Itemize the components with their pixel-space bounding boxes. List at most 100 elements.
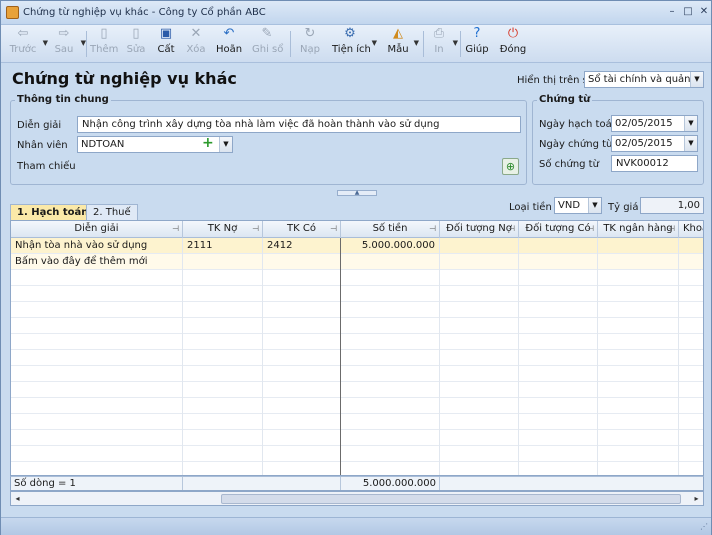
table-row[interactable] <box>11 302 703 318</box>
scroll-right-icon[interactable]: ▸ <box>690 492 703 505</box>
table-row[interactable]: Nhận tòa nhà vào sử dụng 2111 2412 5.000… <box>11 238 703 254</box>
column-header[interactable]: TK ngân hàng ⊣ <box>598 221 679 238</box>
pin-icon[interactable]: ⊣ <box>172 221 179 237</box>
help-button[interactable]: ? Giúp <box>465 27 489 61</box>
total-amount: 5.000.000.000 <box>341 477 440 490</box>
voucher-no-label: Số chứng từ <box>539 159 599 170</box>
pin-icon[interactable]: ⊣ <box>429 221 436 237</box>
chevron-down-icon[interactable]: ▼ <box>588 198 601 213</box>
close-button[interactable]: ⏻ Đóng <box>499 27 527 61</box>
previous-button[interactable]: ⇦ Trước ▼ <box>7 26 48 61</box>
tab-tax[interactable]: 2. Thuế <box>86 204 138 221</box>
table-row[interactable] <box>11 318 703 334</box>
print-icon: ⎙ <box>433 26 445 41</box>
grid-footer: Số dòng = 1 5.000.000.000 <box>10 476 704 491</box>
save-button[interactable]: ▣ Cất <box>155 27 177 61</box>
table-row[interactable] <box>11 398 703 414</box>
page-title: Chứng từ nghiệp vụ khác <box>12 69 237 88</box>
column-header[interactable]: Khoả <box>679 221 703 238</box>
post-ledger-icon: ✎ <box>261 26 273 41</box>
delete-button[interactable]: ✕ Xóa <box>184 27 208 61</box>
chevron-down-icon[interactable]: ▼ <box>453 39 458 47</box>
column-header[interactable]: Số tiền ⊣ <box>341 221 440 238</box>
table-row[interactable] <box>11 350 703 366</box>
voucher-no-field[interactable]: NVK00012 <box>611 155 698 172</box>
row-count: Số dòng = 1 <box>11 477 183 490</box>
add-employee-icon[interactable]: + <box>202 137 214 151</box>
employee-select[interactable]: NDTOAN + ▼ <box>77 136 233 153</box>
scroll-left-icon[interactable]: ◂ <box>11 492 24 505</box>
toolbar: ⇦ Trước ▼ ⇨ Sau ▼ ▯ Thêm ▯ Sửa ▣ Cất ✕ X… <box>1 25 711 63</box>
posting-grid: Diễn giải ⊣ TK Nợ ⊣ TK Có ⊣ Số tiền ⊣ Đối tư… <box>10 220 704 476</box>
table-row[interactable] <box>11 382 703 398</box>
minimize-button[interactable]: – <box>665 6 679 19</box>
table-row[interactable] <box>11 462 703 475</box>
horizontal-scrollbar[interactable]: ◂ ▸ <box>10 491 704 506</box>
tab-posting[interactable]: 1. Hạch toán <box>10 204 96 221</box>
utilities-icon: ⚙ <box>344 26 356 41</box>
column-header[interactable]: TK Có ⊣ <box>263 221 341 238</box>
add-document-icon: ▯ <box>100 26 108 41</box>
maximize-button[interactable]: □ <box>681 6 695 19</box>
employee-label: Nhân viên <box>17 140 68 151</box>
close-icon: ⏻ <box>507 26 519 41</box>
add-new-row[interactable]: Bấm vào đây để thêm mới <box>11 254 703 270</box>
chevron-down-icon[interactable]: ▼ <box>684 116 697 131</box>
display-on-book-select[interactable]: Sổ tài chính và quản trị ▼ <box>584 71 704 88</box>
table-row[interactable] <box>11 414 703 430</box>
undo-button[interactable]: ↶ Hoãn <box>215 27 243 61</box>
reload-icon: ↻ <box>304 26 316 41</box>
table-row[interactable] <box>11 430 703 446</box>
exchange-rate-field[interactable]: 1,00 <box>640 197 704 214</box>
chevron-down-icon[interactable]: ▼ <box>219 137 232 152</box>
close-window-button[interactable]: ✕ <box>697 6 711 19</box>
currency-select[interactable]: VND ▼ <box>554 197 602 214</box>
arrow-left-icon: ⇦ <box>17 26 29 41</box>
arrow-right-icon: ⇨ <box>58 26 70 41</box>
table-row[interactable] <box>11 334 703 350</box>
save-icon: ▣ <box>159 26 173 41</box>
undo-icon: ↶ <box>223 26 235 41</box>
description-field[interactable]: Nhận công trình xây dựng tòa nhà làm việ… <box>77 116 521 133</box>
pin-icon[interactable]: ⊣ <box>252 221 259 237</box>
panel-splitter[interactable]: ▲ <box>337 190 377 196</box>
pin-icon[interactable]: ⊣ <box>668 221 675 237</box>
description-label: Diễn giải <box>17 120 62 131</box>
pin-icon[interactable]: ⊣ <box>587 221 594 237</box>
add-reference-icon[interactable]: ⊕ <box>502 158 519 175</box>
status-bar: ⋰ <box>1 517 711 535</box>
next-button[interactable]: ⇨ Sau ▼ <box>51 26 86 61</box>
print-button[interactable]: ⎙ In ▼ <box>429 26 458 61</box>
table-row[interactable] <box>11 446 703 462</box>
utilities-button[interactable]: ⚙ Tiện ích ▼ <box>332 26 377 61</box>
column-header[interactable]: Đối tượng Nợ ⊣ <box>440 221 519 238</box>
scrollbar-thumb[interactable] <box>221 494 681 504</box>
chevron-down-icon[interactable]: ▼ <box>684 136 697 151</box>
reload-button[interactable]: ↻ Nạp <box>298 27 322 61</box>
resize-grip-icon[interactable]: ⋰ <box>700 522 708 531</box>
column-header[interactable]: Đối tượng Có ⊣ <box>519 221 598 238</box>
pin-icon[interactable]: ⊣ <box>508 221 515 237</box>
posting-date-picker[interactable]: 02/05/2015 ▼ <box>611 115 698 132</box>
exchange-rate-label: Tỷ giá <box>608 202 639 213</box>
template-button[interactable]: ◭ Mẫu ▼ <box>386 26 419 61</box>
column-header[interactable]: TK Nợ ⊣ <box>183 221 263 238</box>
column-header[interactable]: Diễn giải ⊣ <box>11 221 183 238</box>
edit-button[interactable]: ▯ Sửa <box>124 27 148 61</box>
voucher-date-picker[interactable]: 02/05/2015 ▼ <box>611 135 698 152</box>
title-bar: Chứng từ nghiệp vụ khác - Công ty Cổ phầ… <box>1 1 711 25</box>
post-ledger-button[interactable]: ✎ Ghi sổ <box>252 26 283 61</box>
chevron-down-icon[interactable]: ▼ <box>43 39 48 47</box>
table-row[interactable] <box>11 270 703 286</box>
edit-document-icon: ▯ <box>132 26 140 41</box>
table-row[interactable] <box>11 366 703 382</box>
add-button[interactable]: ▯ Thêm <box>90 27 118 61</box>
pin-icon[interactable]: ⊣ <box>330 221 337 237</box>
window-title: Chứng từ nghiệp vụ khác - Công ty Cổ phầ… <box>23 7 266 18</box>
chevron-down-icon[interactable]: ▼ <box>690 72 703 87</box>
table-row[interactable] <box>11 286 703 302</box>
chevron-down-icon[interactable]: ▼ <box>372 39 377 47</box>
chevron-down-icon[interactable]: ▼ <box>414 39 419 47</box>
template-icon: ◭ <box>393 26 403 41</box>
currency-label: Loại tiền <box>509 202 552 213</box>
